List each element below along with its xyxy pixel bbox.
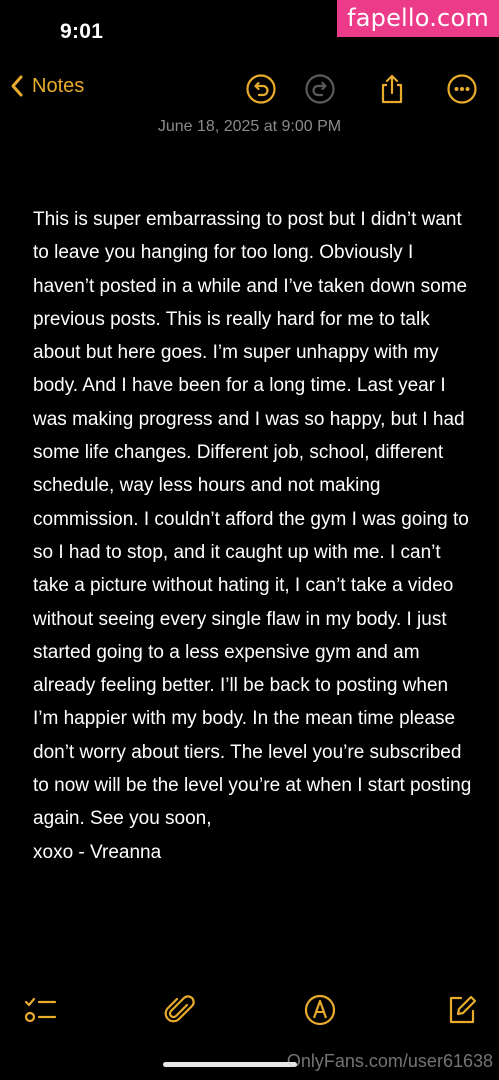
note-date: June 18, 2025 at 9:00 PM	[157, 118, 342, 135]
more-icon[interactable]	[446, 73, 478, 105]
undo-icon[interactable]	[245, 73, 277, 105]
chevron-left-icon	[11, 75, 23, 97]
note-body[interactable]: This is super embarrassing to post but I…	[33, 203, 473, 869]
watermark-bottom: OnlyFans.com/user61638	[286, 1051, 493, 1071]
watermark-top: fapello.com	[337, 0, 499, 37]
back-label: Notes	[32, 74, 85, 97]
checklist-icon[interactable]	[22, 992, 58, 1028]
status-time: 9:01	[60, 20, 104, 43]
nav-bar: Notes	[0, 70, 499, 110]
markup-icon[interactable]	[302, 992, 338, 1028]
attachment-icon[interactable]	[162, 992, 198, 1028]
share-icon[interactable]	[376, 73, 408, 105]
redo-icon[interactable]	[304, 73, 336, 105]
back-button[interactable]: Notes	[10, 74, 84, 98]
home-indicator[interactable]	[163, 1062, 297, 1067]
bottom-toolbar	[0, 990, 499, 1030]
compose-icon[interactable]	[444, 992, 480, 1028]
